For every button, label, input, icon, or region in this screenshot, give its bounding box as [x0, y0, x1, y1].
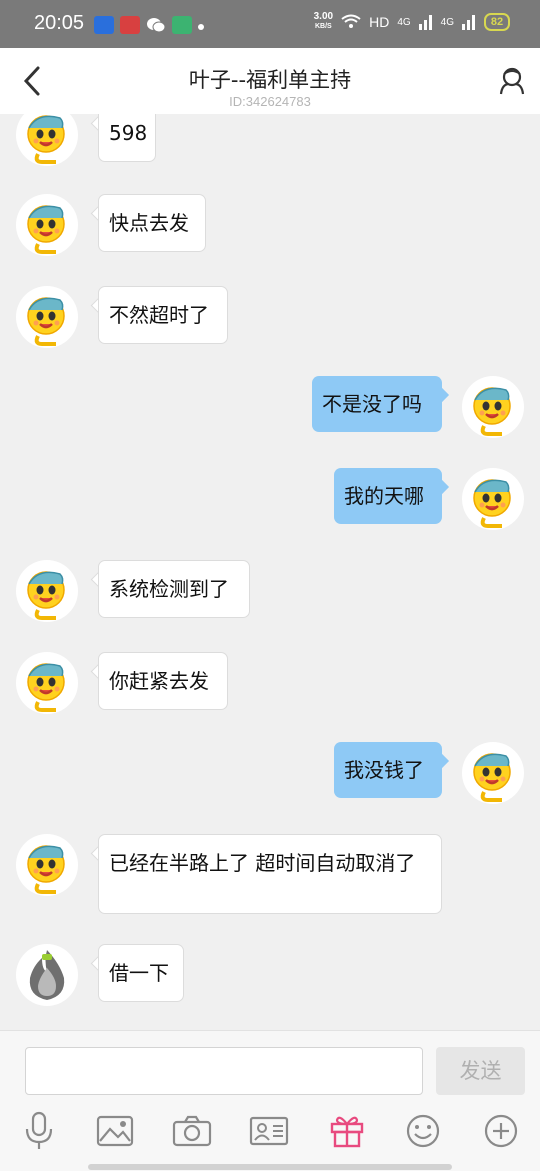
- status-right: 3.00 KB/S HD 4G 4G 82: [314, 12, 510, 32]
- message-bubble[interactable]: 不然超时了: [98, 286, 228, 344]
- input-toolbar: [0, 1109, 540, 1159]
- yellow-cartoon-avatar-icon: [27, 845, 65, 894]
- image-icon[interactable]: [93, 1109, 137, 1153]
- emoji-icon[interactable]: [401, 1109, 445, 1153]
- status-bar: 20:05 3.00 KB/S HD 4G 4G 82: [0, 0, 540, 48]
- wechat-icon: [146, 16, 166, 34]
- message-input[interactable]: [25, 1047, 423, 1095]
- message-row-in: 不然超时了: [0, 286, 540, 352]
- chat-header: 叶子--福利单主持 ID:342624783: [0, 48, 540, 114]
- sender-avatar[interactable]: [16, 834, 78, 896]
- message-row-in: 你赶紧去发: [0, 652, 540, 718]
- message-bubble[interactable]: 我没钱了: [334, 742, 442, 798]
- plus-icon[interactable]: [479, 1109, 523, 1153]
- message-row-in: 598: [0, 114, 540, 170]
- sender-avatar[interactable]: [16, 114, 78, 166]
- signal-1-label: 4G: [397, 16, 411, 28]
- sender-avatar[interactable]: [16, 944, 78, 1006]
- chat-user-id: ID:342624783: [229, 94, 311, 109]
- message-bubble[interactable]: 我的天哪: [334, 468, 442, 524]
- message-bubble[interactable]: 598: [98, 114, 156, 162]
- sender-avatar[interactable]: [16, 286, 78, 348]
- message-bubble[interactable]: 不是没了吗: [312, 376, 442, 432]
- wifi-icon: [341, 14, 361, 28]
- sender-avatar[interactable]: [16, 194, 78, 256]
- status-time: 20:05: [34, 12, 85, 34]
- home-indicator: [88, 1164, 452, 1170]
- message-bubble[interactable]: 你赶紧去发: [98, 652, 228, 710]
- send-button[interactable]: 发送: [436, 1047, 525, 1095]
- alipay-icon: [94, 16, 114, 34]
- yellow-cartoon-avatar-icon: [27, 663, 65, 712]
- message-row-in: 快点去发: [0, 194, 540, 260]
- speed-value: 3.00: [313, 11, 334, 22]
- signal-1-icon: [418, 15, 432, 30]
- message-bubble[interactable]: 借一下: [98, 944, 184, 1002]
- signal-2-label: 4G: [440, 16, 454, 28]
- network-speed: 3.00 KB/S: [314, 12, 333, 32]
- yellow-cartoon-avatar-icon: [27, 571, 65, 620]
- my-avatar[interactable]: [462, 376, 524, 438]
- message-row-out: 我没钱了: [0, 742, 540, 808]
- gift-icon[interactable]: [325, 1109, 369, 1153]
- yellow-cartoon-avatar-icon: [27, 205, 65, 254]
- profile-icon[interactable]: [498, 66, 526, 96]
- message-bubble[interactable]: 已经在半路上了 超时间自动取消了: [98, 834, 442, 914]
- speed-unit: KB/S: [314, 23, 332, 30]
- hd-label: HD: [369, 14, 390, 30]
- message-bubble[interactable]: 快点去发: [98, 194, 206, 252]
- input-bar: 发送: [0, 1030, 540, 1171]
- yellow-cartoon-avatar-icon: [473, 753, 511, 802]
- message-row-in: 已经在半路上了 超时间自动取消了: [0, 834, 540, 924]
- sender-avatar[interactable]: [16, 560, 78, 622]
- my-avatar[interactable]: [462, 468, 524, 530]
- chat-title: 叶子--福利单主持: [188, 68, 352, 92]
- message-list[interactable]: 598 快点去发不然超时了不是没了吗我的天哪系统检测到了 你赶紧去发我没钱了已经在半…: [0, 114, 540, 1030]
- contact-card-icon[interactable]: [247, 1109, 291, 1153]
- signal-2-icon: [462, 15, 475, 30]
- yellow-cartoon-avatar-icon: [27, 115, 65, 164]
- message-bubble[interactable]: 系统检测到了: [98, 560, 250, 618]
- message-row-out: 不是没了吗: [0, 376, 540, 442]
- app-notification-icon: [120, 16, 140, 34]
- microphone-icon[interactable]: [17, 1109, 61, 1153]
- app-green-icon: [172, 16, 192, 34]
- sender-avatar[interactable]: [16, 652, 78, 714]
- my-avatar[interactable]: [462, 742, 524, 804]
- message-row-in: 系统检测到了: [0, 560, 540, 626]
- flame-avatar-icon: [29, 950, 65, 1000]
- battery-indicator: 82: [484, 13, 510, 31]
- more-notifications-dot: [198, 24, 204, 30]
- camera-icon[interactable]: [170, 1109, 214, 1153]
- yellow-cartoon-avatar-icon: [27, 297, 65, 346]
- message-row-out: 我的天哪: [0, 468, 540, 534]
- message-row-in: 借一下: [0, 944, 540, 1010]
- yellow-cartoon-avatar-icon: [473, 387, 511, 436]
- yellow-cartoon-avatar-icon: [473, 479, 511, 528]
